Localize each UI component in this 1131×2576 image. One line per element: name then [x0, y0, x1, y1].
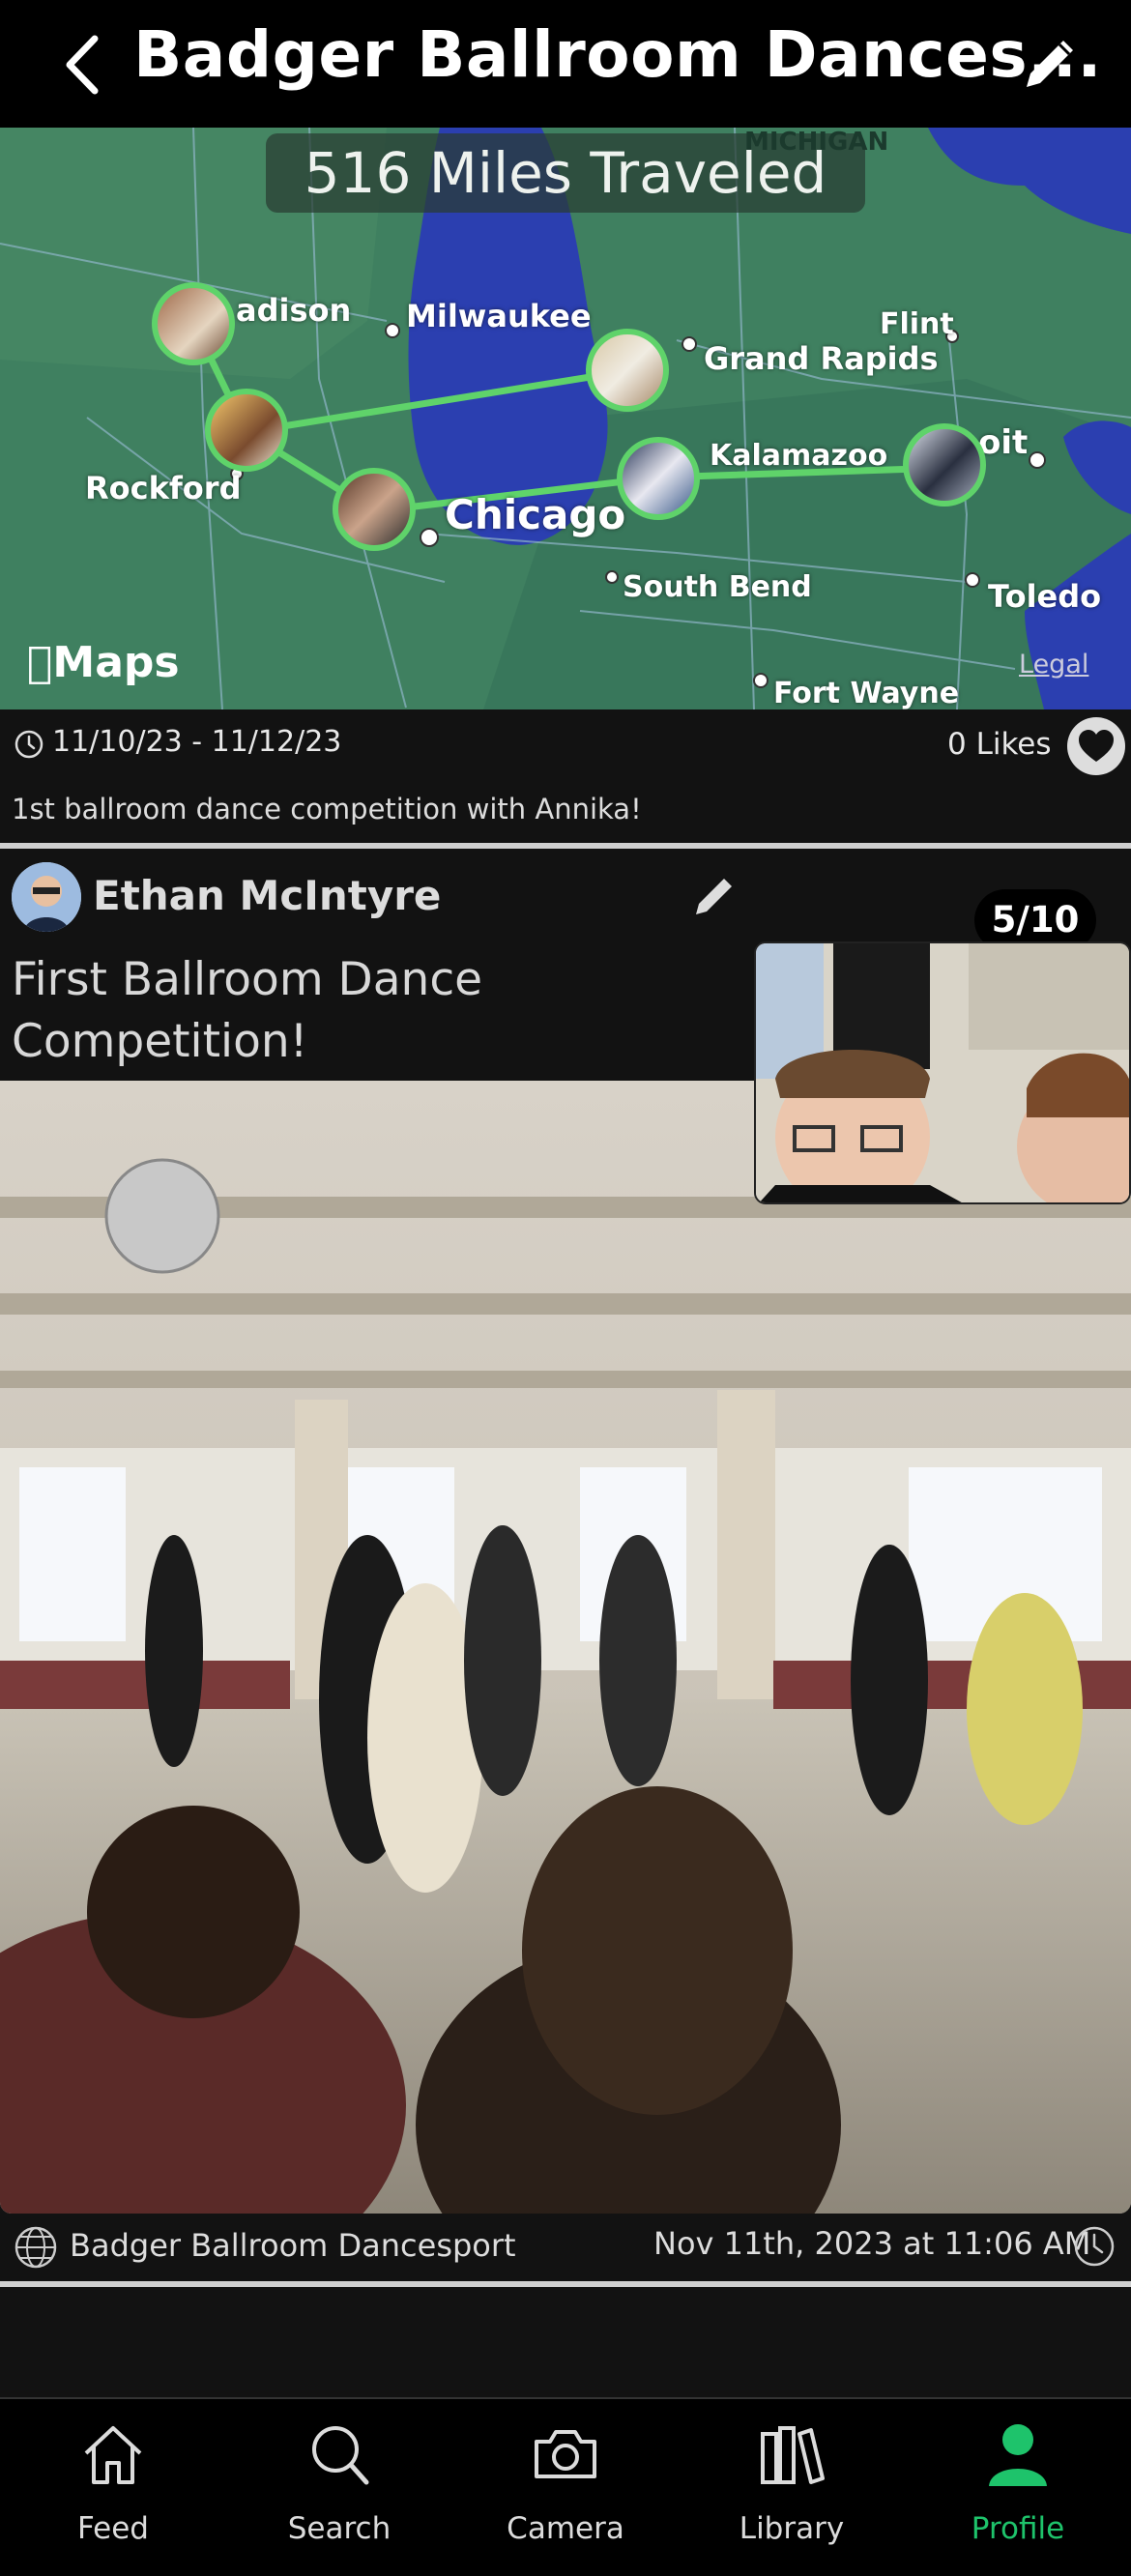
post-author[interactable]: Ethan McIntyre	[93, 872, 441, 919]
trip-info: 11/10/23 - 11/12/23 0 Likes 1st ballroom…	[0, 709, 1131, 849]
tab-feed[interactable]: Feed	[0, 2399, 226, 2576]
like-button[interactable]	[1067, 717, 1125, 775]
map-city-chicago: Chicago	[445, 491, 626, 538]
tab-camera[interactable]: Camera	[452, 2399, 679, 2576]
selfie-photo[interactable]	[754, 941, 1131, 1204]
chevron-left-icon[interactable]	[60, 31, 102, 99]
home-icon	[84, 2426, 142, 2484]
map-legal-link[interactable]: Legal	[1019, 650, 1088, 680]
tab-bar: Feed Search Camera Library Profile	[0, 2397, 1131, 2576]
apple-maps-logo: Maps	[27, 638, 180, 687]
photo-pin[interactable]	[333, 468, 416, 551]
avatar-image	[12, 862, 81, 932]
pencil-icon[interactable]	[1017, 31, 1083, 97]
selfie-image	[756, 943, 1129, 1202]
post-location[interactable]: Badger Ballroom Dancesport	[70, 2227, 516, 2264]
post-card: Ethan McIntyre 5/10 First Ballroom Dance…	[0, 853, 1131, 2283]
tab-profile[interactable]: Profile	[905, 2399, 1131, 2576]
map-city-rockford: Rockford	[85, 470, 242, 507]
post-photo[interactable]	[0, 1081, 1131, 2214]
tab-search[interactable]: Search	[226, 2399, 452, 2576]
tab-profile-label: Profile	[971, 2511, 1065, 2546]
post-timestamp: Nov 11th, 2023 at 11:06 AM	[653, 2225, 1091, 2262]
likes-count: 0 Likes	[947, 727, 1052, 762]
post-title: First Ballroom Dance Competition!	[12, 953, 483, 1068]
photo-pin[interactable]	[903, 423, 986, 507]
photo-pin[interactable]	[205, 389, 288, 472]
clock-icon	[14, 730, 44, 759]
map-city-grand-rapids: Grand Rapids	[704, 340, 939, 377]
ballroom-photo	[0, 1081, 1131, 2214]
photo-pin[interactable]	[586, 329, 669, 412]
map-city-flint: Flint	[880, 307, 954, 341]
profile-icon	[989, 2424, 1047, 2486]
tab-feed-label: Feed	[77, 2511, 149, 2546]
map-city-fort-wayne: Fort Wayne	[773, 677, 960, 709]
page-title: Badger Ballroom Dances...	[133, 17, 1102, 92]
trip-description: 1st ballroom dance competition with Anni…	[12, 793, 642, 825]
photo-pin[interactable]	[617, 437, 700, 520]
search-icon	[312, 2426, 369, 2485]
camera-icon	[535, 2430, 596, 2478]
heart-icon	[1079, 730, 1114, 762]
map-city-detroit: oit	[978, 423, 1029, 462]
tab-library[interactable]: Library	[679, 2399, 905, 2576]
map-city-milwaukee: Milwaukee	[406, 298, 592, 334]
map-city-madison: adison	[236, 292, 352, 329]
globe-icon	[14, 2226, 57, 2269]
library-icon	[761, 2426, 825, 2484]
tab-camera-label: Camera	[507, 2511, 624, 2546]
photo-pin[interactable]	[152, 282, 235, 365]
divider	[0, 2281, 1131, 2287]
map-region-label: MICHIGAN	[744, 128, 889, 157]
map-city-toledo: Toledo	[988, 578, 1102, 615]
tab-search-label: Search	[287, 2511, 392, 2546]
header: Badger Ballroom Dances...	[0, 0, 1131, 128]
avatar[interactable]	[12, 862, 81, 932]
map-city-south-bend: South Bend	[623, 570, 812, 604]
pencil-icon[interactable]	[690, 872, 739, 920]
trip-map[interactable]: 516 Miles Traveled MICHIGAN adison Milwa…	[0, 128, 1131, 709]
tab-library-label: Library	[739, 2511, 845, 2546]
clock-icon	[1074, 2226, 1115, 2267]
map-terrain	[0, 128, 1131, 709]
trip-dates: 11/10/23 - 11/12/23	[52, 725, 342, 759]
divider	[0, 843, 1131, 849]
map-city-kalamazoo: Kalamazoo	[710, 439, 888, 473]
apple-icon: 	[27, 638, 52, 687]
